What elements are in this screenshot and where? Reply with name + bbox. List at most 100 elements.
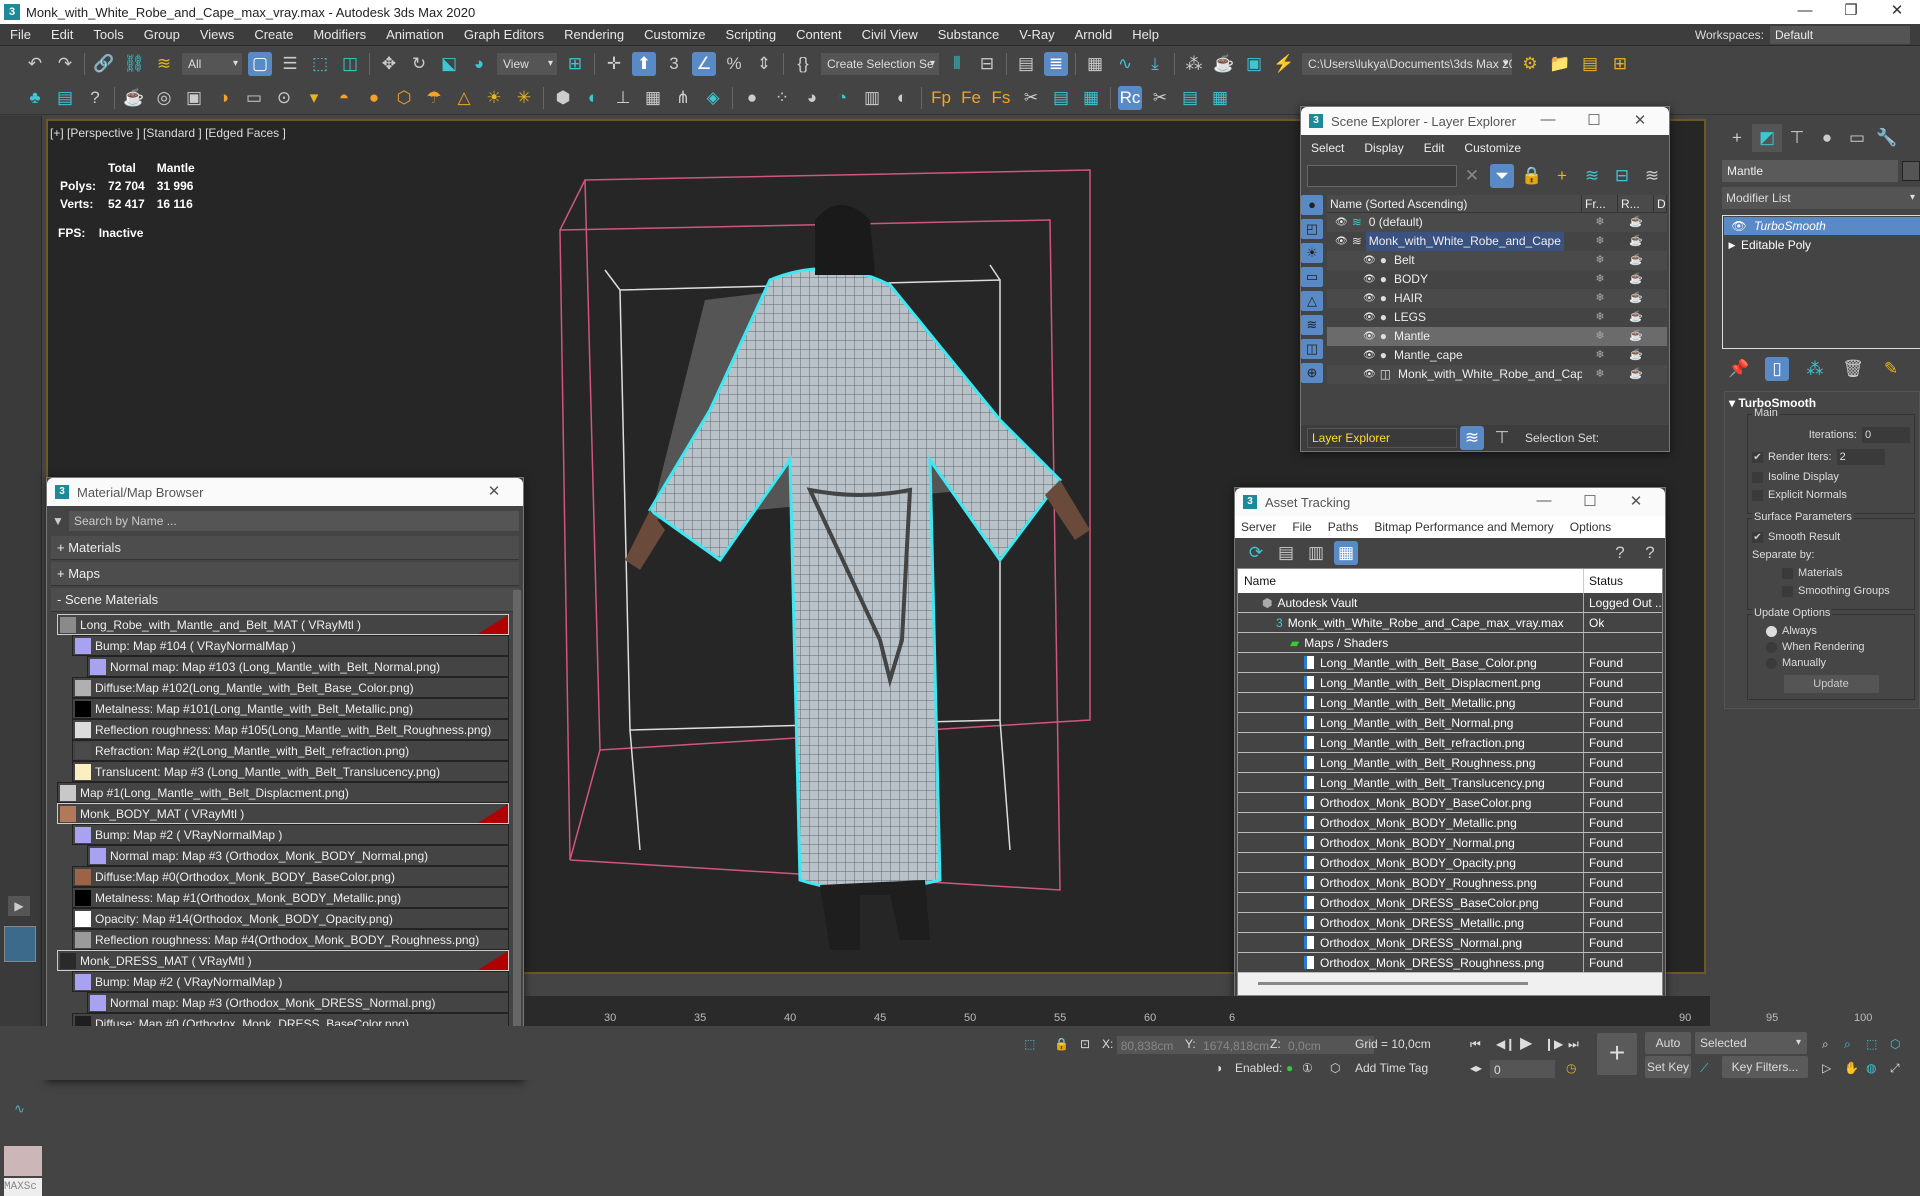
new-layer-icon[interactable]: +: [1550, 164, 1574, 188]
torus-icon[interactable]: ◎: [152, 86, 176, 110]
asset-row[interactable]: Orthodox_Monk_BODY_BaseColor.png Found: [1238, 793, 1662, 813]
isolate-selection-icon[interactable]: ⬚: [1024, 1034, 1035, 1054]
layers-icon[interactable]: ≋: [1640, 164, 1664, 188]
display-tab-icon[interactable]: ▭: [1842, 124, 1872, 152]
asset-row[interactable]: ▰ Maps / Shaders: [1238, 633, 1662, 653]
material-item[interactable]: Monk_BODY_MAT ( VRayMtl ): [57, 803, 509, 824]
hierarchy-tab-icon[interactable]: ⊤: [1782, 124, 1812, 152]
render-iters-checkbox[interactable]: ✔: [1752, 451, 1763, 463]
manually-radio[interactable]: [1766, 657, 1777, 669]
menu-arnold[interactable]: Arnold: [1065, 27, 1123, 42]
renderable-teapot-icon[interactable]: ☕: [1618, 213, 1654, 232]
visibility-eye-icon[interactable]: 👁: [1363, 289, 1376, 308]
vray-sky-icon[interactable]: ✳: [512, 86, 536, 110]
fset-icon[interactable]: Fs: [989, 86, 1013, 110]
snaps-toggle-icon[interactable]: 3: [662, 52, 686, 76]
menu-edit[interactable]: Edit: [41, 27, 83, 42]
visibility-eye-icon[interactable]: 👁: [1335, 213, 1348, 232]
material-item[interactable]: Monk_DRESS_MAT ( VRayMtl ): [57, 950, 509, 971]
column-name[interactable]: Name: [1238, 569, 1584, 593]
go-to-start-icon[interactable]: ⏮: [1470, 1034, 1481, 1054]
tools-icon[interactable]: ✂: [1019, 86, 1043, 110]
render-production-icon[interactable]: ⚡: [1272, 52, 1296, 76]
help-icon[interactable]: ?: [1638, 541, 1662, 565]
vray-grass-icon[interactable]: ⋔: [671, 86, 695, 110]
curve-icon[interactable]: ∿: [14, 1101, 25, 1117]
create-tab-icon[interactable]: +: [1722, 124, 1752, 152]
project-settings-icon[interactable]: ⚙: [1518, 52, 1542, 76]
fp-icon[interactable]: Fp: [929, 86, 953, 110]
freeze-icon[interactable]: ❄: [1582, 289, 1618, 308]
always-radio[interactable]: [1766, 625, 1777, 637]
pan-icon[interactable]: ✋: [1844, 1058, 1859, 1078]
absolute-mode-icon[interactable]: ⊡: [1080, 1034, 1090, 1054]
asset-row[interactable]: Long_Mantle_with_Belt_Roughness.png Found: [1238, 753, 1662, 773]
map-item[interactable]: Normal map: Map #103 (Long_Mantle_with_B…: [87, 656, 509, 677]
viewport-layout-icon[interactable]: [4, 926, 36, 962]
layer-row[interactable]: 👁 ● Mantle ❄ ☕: [1327, 327, 1667, 346]
teapot-icon[interactable]: ☕: [122, 86, 146, 110]
set-key-big-button[interactable]: +: [1597, 1033, 1637, 1075]
object-color-swatch[interactable]: [1902, 161, 1920, 181]
close-button[interactable]: ✕: [1874, 0, 1920, 24]
percent-snap-icon[interactable]: %: [722, 52, 746, 76]
menu-server[interactable]: Server: [1241, 520, 1276, 534]
freeze-icon[interactable]: ❄: [1582, 308, 1618, 327]
vray-light-mix-icon[interactable]: ◔: [830, 86, 854, 110]
menu-paths[interactable]: Paths: [1328, 520, 1359, 534]
close-button[interactable]: ✕: [1613, 492, 1659, 510]
menu-views[interactable]: Views: [190, 27, 244, 42]
project-folder-dropdown[interactable]: C:\Users\lukya\Documents\3ds Max 2022: [1302, 53, 1512, 75]
menu-animation[interactable]: Animation: [376, 27, 454, 42]
list-green-icon[interactable]: ▤: [1049, 86, 1073, 110]
column-name[interactable]: Name (Sorted Ascending): [1327, 195, 1582, 212]
asset-row[interactable]: Long_Mantle_with_Belt_refraction.png Foun…: [1238, 733, 1662, 753]
map-item[interactable]: Metalness: Map #101(Long_Mantle_with_Bel…: [72, 698, 509, 719]
make-unique-icon[interactable]: ⁂: [1803, 357, 1827, 381]
asset-row[interactable]: Long_Mantle_with_Belt_Base_Color.png Foun…: [1238, 653, 1662, 673]
layer-row[interactable]: 👁 ● BODY ❄ ☕: [1327, 270, 1667, 289]
vray-plane-icon[interactable]: ⊥: [611, 86, 635, 110]
previous-frame-icon[interactable]: ◀❙: [1496, 1034, 1515, 1054]
schematic-view-icon[interactable]: ⤓: [1143, 52, 1167, 76]
asset-h-scrollbar[interactable]: [1238, 973, 1662, 995]
close-button[interactable]: ✕: [471, 482, 517, 500]
selection-lock-icon[interactable]: 🔒: [1054, 1034, 1069, 1054]
info-icon[interactable]: ①: [1302, 1058, 1313, 1078]
vray-light-sphere-icon[interactable]: ●: [362, 86, 386, 110]
layer-row[interactable]: 👁 ● Belt ❄ ☕: [1327, 251, 1667, 270]
timeline-track[interactable]: 30 35 40 45 50 55 60 6 90 95 100: [524, 996, 1872, 1026]
vray-sun-icon[interactable]: ☀: [482, 86, 506, 110]
placement-icon[interactable]: ◕: [467, 52, 491, 76]
toggle-ribbon-icon[interactable]: ▦: [1083, 52, 1107, 76]
renderable-teapot-icon[interactable]: ☕: [1618, 308, 1654, 327]
vray-lister-icon[interactable]: ▥: [860, 86, 884, 110]
map-item[interactable]: Reflection roughness: Map #105(Long_Mant…: [72, 719, 509, 740]
asset-row[interactable]: Orthodox_Monk_BODY_Opacity.png Found: [1238, 853, 1662, 873]
freeze-icon[interactable]: ❄: [1582, 327, 1618, 346]
list-view-icon[interactable]: ▤: [1274, 541, 1298, 565]
thumbnail-view-icon[interactable]: ▥: [1304, 541, 1328, 565]
renderable-teapot-icon[interactable]: ☕: [1618, 327, 1654, 346]
renderable-teapot-icon[interactable]: ☕: [1618, 270, 1654, 289]
maximize-button[interactable]: ❐: [1828, 0, 1874, 24]
menu-vray[interactable]: V-Ray: [1009, 27, 1064, 42]
maximize-button[interactable]: ☐: [1567, 492, 1613, 510]
options-dropdown-icon[interactable]: ▼: [47, 514, 69, 528]
explorer-mode-dropdown[interactable]: Layer Explorer: [1307, 428, 1457, 448]
freeze-icon[interactable]: ❄: [1582, 213, 1618, 232]
stack-item-turbosmooth[interactable]: 👁 TurboSmooth: [1724, 217, 1920, 235]
iterations-spinner[interactable]: 0: [1862, 427, 1910, 443]
utilities-tab-icon[interactable]: 🔧: [1872, 124, 1902, 152]
materials-checkbox[interactable]: [1782, 567, 1793, 579]
render-iters-spinner[interactable]: 2: [1836, 449, 1885, 465]
groups-filter-icon[interactable]: ◫: [1301, 339, 1323, 359]
undo-icon[interactable]: ↶: [23, 52, 47, 76]
angle-snap-icon[interactable]: ∠: [692, 52, 716, 76]
asset-tracking-titlebar[interactable]: 3 Asset Tracking — ☐ ✕: [1235, 488, 1665, 516]
scale-icon[interactable]: ⬕: [437, 52, 461, 76]
modifier-list-dropdown[interactable]: Modifier List ▾: [1722, 187, 1920, 209]
vray-multi-mat-icon[interactable]: ⁘: [770, 86, 794, 110]
minimize-button[interactable]: —: [1525, 111, 1571, 129]
map-item[interactable]: Diffuse:Map #0(Orthodox_Monk_BODY_BaseCo…: [72, 866, 509, 887]
